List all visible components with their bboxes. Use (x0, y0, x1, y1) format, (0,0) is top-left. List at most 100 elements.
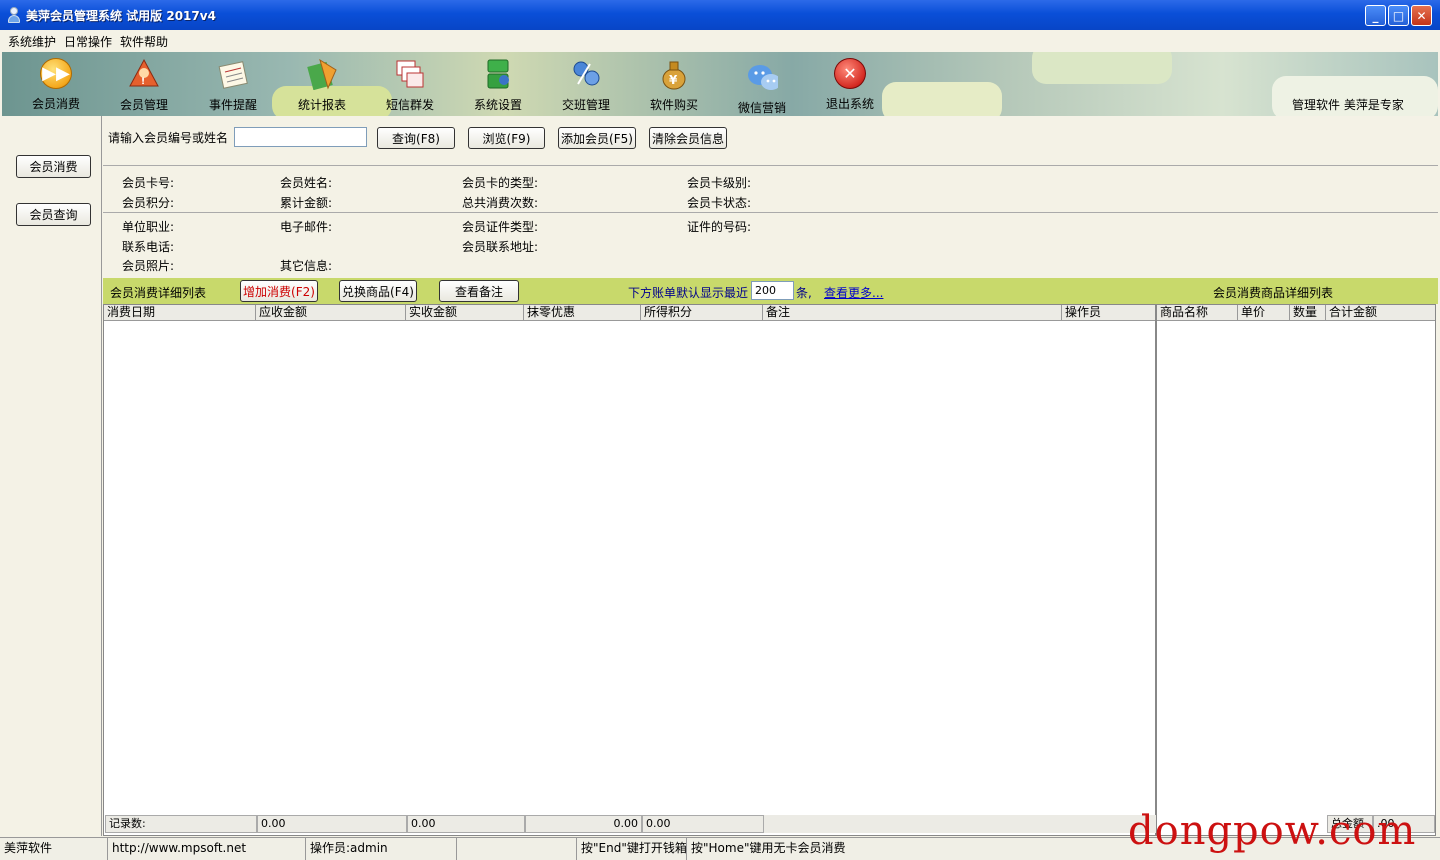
footer-record-count: 记录数: (105, 815, 257, 833)
shift-icon (570, 58, 602, 90)
total-times-label: 总共消费次数: (462, 196, 539, 210)
money-bag-icon: ¥ (658, 58, 690, 90)
col-goods-name[interactable]: 商品名称 (1157, 305, 1238, 321)
toolbar-wechat[interactable]: 微信营销 (722, 55, 802, 115)
exchange-goods-button[interactable]: 兑换商品(F4) (339, 280, 417, 302)
wechat-icon (746, 61, 778, 93)
col-total[interactable]: 合计金额 (1326, 305, 1435, 321)
exit-icon: ✕ (834, 58, 866, 89)
col-quantity[interactable]: 数量 (1290, 305, 1326, 321)
id-type-label: 会员证件类型: (462, 220, 539, 234)
points-label: 会员积分: (122, 196, 175, 210)
menu-bar: 系统维护 日常操作 软件帮助 (0, 30, 1440, 52)
status-company: 美萍软件 (0, 838, 108, 860)
status-home-key-hint: 按"Home"键用无卡会员消费 (691, 841, 846, 855)
col-received[interactable]: 实收金额 (406, 305, 524, 321)
view-more-link[interactable]: 查看更多... (824, 284, 883, 301)
window-title: 美萍会员管理系统 试用版 2017v4 (26, 8, 216, 23)
user-app-icon (8, 7, 20, 23)
col-receivable[interactable]: 应收金额 (256, 305, 406, 321)
col-unit-price[interactable]: 单价 (1238, 305, 1290, 321)
watermark: dongpow.com (1128, 808, 1417, 854)
toolbar-exit[interactable]: ✕ 退出系统 (810, 52, 890, 112)
card-type-label: 会员卡的类型: (462, 176, 539, 190)
consumption-list-title: 会员消费详细列表 (110, 286, 207, 300)
card-level-label: 会员卡级别: (687, 176, 752, 190)
email-label: 电子邮件: (280, 220, 333, 234)
left-query-button[interactable]: 会员查询 (16, 203, 91, 226)
add-member-button[interactable]: 添加会员(F5) (558, 127, 636, 149)
status-end-key-hint: 按"End"键打开钱箱 (577, 838, 687, 860)
default-count-suffix: 条, (796, 286, 812, 300)
footer-received: 0.00 (407, 815, 525, 833)
photo-label: 会员照片: (122, 259, 175, 273)
job-label: 单位职业: (122, 220, 175, 234)
menu-system[interactable]: 系统维护 (8, 33, 56, 50)
add-consumption-button[interactable]: 增加消费(F2) (240, 280, 318, 302)
col-discount[interactable]: 抹零优惠 (524, 305, 641, 321)
toolbar-reminder[interactable]: 事件提醒 (193, 52, 273, 112)
sms-icon (394, 58, 426, 90)
address-label: 会员联系地址: (462, 240, 539, 254)
svg-text:!: ! (141, 77, 145, 87)
view-remark-button[interactable]: 查看备注 (439, 280, 519, 302)
status-empty (457, 838, 577, 860)
menu-daily[interactable]: 日常操作 (64, 33, 112, 50)
clear-member-button[interactable]: 清除会员信息 (649, 127, 727, 149)
col-points[interactable]: 所得积分 (641, 305, 763, 321)
status-website: http://www.mpsoft.net (108, 838, 306, 860)
card-no-label: 会员卡号: (122, 176, 175, 190)
default-count-prefix: 下方账单默认显示最近 (628, 286, 749, 300)
toolbar-slogan: 管理软件 美萍是专家 (1292, 98, 1404, 112)
search-bar: 请输入会员编号或姓名 查询(F8) 浏览(F9) 添加会员(F5) 清除会员信息 (103, 116, 1438, 166)
members-icon: ! (128, 58, 160, 90)
toolbar: ▶▶ 会员消费 ! 会员管理 事件提醒 统计报表 短信群发 系统设置 交班管理 … (2, 52, 1438, 116)
browse-button[interactable]: 浏览(F9) (468, 127, 545, 149)
id-no-label: 证件的号码: (687, 220, 752, 234)
default-count-input[interactable]: 200 (751, 281, 794, 300)
minimize-button[interactable]: _ (1365, 5, 1386, 26)
maximize-button[interactable]: □ (1388, 5, 1409, 26)
footer-receivable: 0.00 (257, 815, 407, 833)
consumption-list-bar: 会员消费详细列表 增加消费(F2) 兑换商品(F4) 查看备注 下方账单默认显示… (103, 278, 1438, 304)
close-button[interactable]: ✕ (1411, 5, 1432, 26)
status-operator: 操作员:admin (306, 838, 457, 860)
goods-table[interactable]: 商品名称 单价 数量 合计金额 总金额 .00 (1156, 304, 1436, 836)
consumption-table[interactable]: 消费日期 应收金额 实收金额 抹零优惠 所得积分 备注 操作员 记录数: 0.0… (103, 304, 1156, 836)
svg-text:¥: ¥ (669, 73, 678, 87)
member-search-input[interactable] (234, 127, 367, 147)
toolbar-shift[interactable]: 交班管理 (546, 52, 626, 112)
toolbar-purchase[interactable]: ¥ 软件购买 (634, 52, 714, 112)
settings-icon (482, 58, 514, 90)
toolbar-members[interactable]: ! 会员管理 (104, 52, 184, 112)
consumption-table-header: 消费日期 应收金额 实收金额 抹零优惠 所得积分 备注 操作员 (104, 305, 1155, 321)
goods-table-header: 商品名称 单价 数量 合计金额 (1157, 305, 1435, 321)
member-info-panel: 会员卡号: 会员姓名: 会员卡的类型: 会员卡级别: 会员积分: 累计金额: 总… (103, 166, 1438, 278)
left-panel: 会员消费 会员查询 (2, 116, 102, 836)
col-remark[interactable]: 备注 (763, 305, 1062, 321)
footer-discount: 0.00 (525, 815, 642, 833)
toolbar-sms[interactable]: 短信群发 (370, 52, 450, 112)
total-amount-label: 累计金额: (280, 196, 333, 210)
toolbar-settings[interactable]: 系统设置 (458, 52, 538, 112)
report-icon (306, 58, 338, 90)
title-bar: 美萍会员管理系统 试用版 2017v4 _ □ ✕ (0, 0, 1440, 30)
left-consume-button[interactable]: 会员消费 (16, 155, 91, 178)
name-label: 会员姓名: (280, 176, 333, 190)
consumption-table-footer: 记录数: 0.00 0.00 0.00 0.00 (105, 815, 1156, 833)
fast-forward-icon: ▶▶ (40, 58, 72, 89)
goods-list-title: 会员消费商品详细列表 (1213, 286, 1334, 300)
query-button[interactable]: 查询(F8) (377, 127, 455, 149)
col-operator[interactable]: 操作员 (1062, 305, 1155, 321)
toolbar-report[interactable]: 统计报表 (282, 52, 362, 112)
search-label: 请输入会员编号或姓名 (108, 131, 229, 145)
main-panel: 请输入会员编号或姓名 查询(F8) 浏览(F9) 添加会员(F5) 清除会员信息… (103, 116, 1438, 836)
toolbar-consume[interactable]: ▶▶ 会员消费 (16, 52, 96, 112)
calendar-icon (217, 58, 249, 90)
other-info-label: 其它信息: (280, 259, 333, 273)
col-date[interactable]: 消费日期 (104, 305, 256, 321)
card-status-label: 会员卡状态: (687, 196, 752, 210)
phone-label: 联系电话: (122, 240, 175, 254)
footer-points: 0.00 (642, 815, 764, 833)
menu-help[interactable]: 软件帮助 (120, 33, 168, 50)
